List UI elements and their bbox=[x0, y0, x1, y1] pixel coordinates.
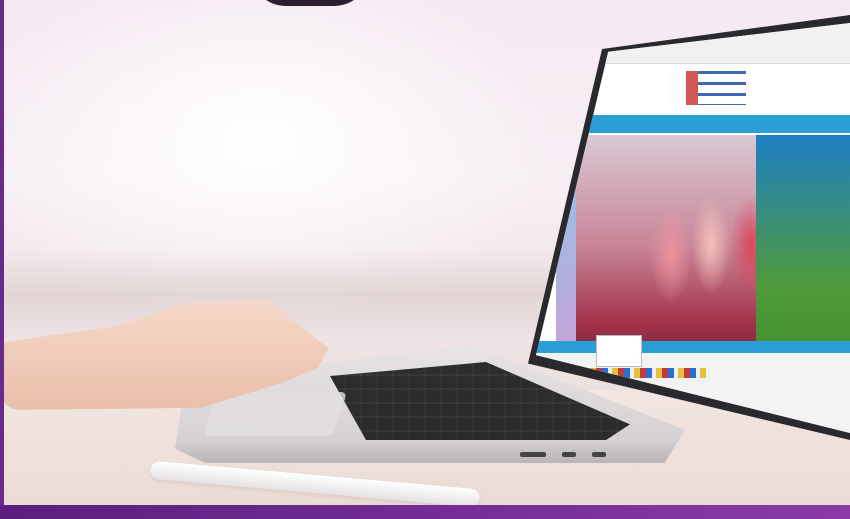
left-purple-rule bbox=[0, 0, 4, 519]
top-decorative-shape bbox=[250, 0, 370, 6]
website-popup bbox=[596, 335, 642, 367]
thunderbolt-port-2 bbox=[592, 452, 606, 457]
website-logo bbox=[686, 71, 746, 105]
photo-scene bbox=[0, 0, 850, 519]
thunderbolt-port bbox=[562, 452, 576, 457]
browser-toolbar bbox=[536, 23, 850, 64]
usb-port bbox=[520, 452, 546, 457]
bottom-purple-bar bbox=[0, 505, 850, 519]
